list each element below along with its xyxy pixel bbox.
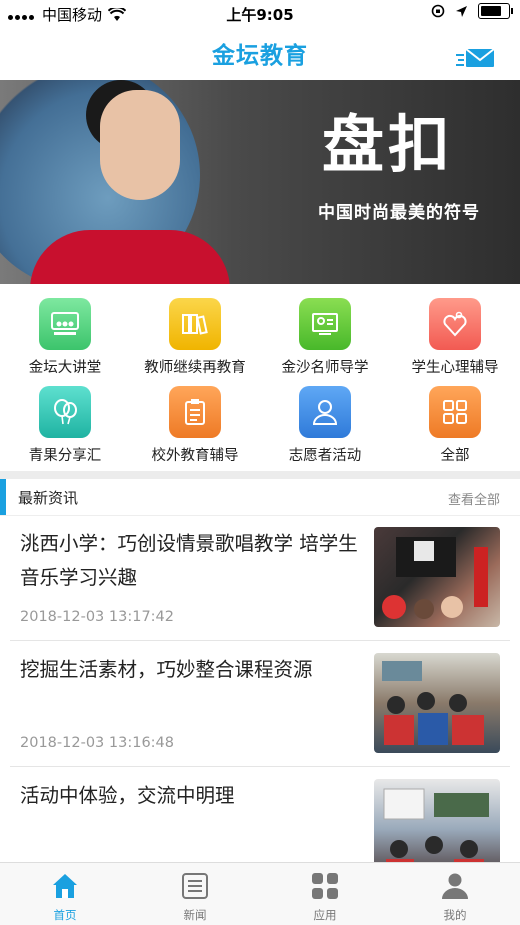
shortcut-qingguo-share[interactable]: 青果分享汇 xyxy=(0,378,130,464)
news-section-title: 最新资讯 xyxy=(18,489,79,507)
news-item[interactable]: 挖掘生活素材，巧妙整合课程资源 2018-12-03 13:16:48 xyxy=(0,641,520,767)
heart-icon xyxy=(429,298,481,350)
shortcut-teacher-education[interactable]: 教师继续再教育 xyxy=(130,290,260,376)
news-icon xyxy=(182,873,208,899)
person-icon xyxy=(299,386,351,438)
model-face-image xyxy=(100,90,180,200)
balloons-icon xyxy=(39,386,91,438)
location-icon xyxy=(456,5,467,17)
tab-home[interactable]: 首页 xyxy=(0,863,130,925)
news-section-header: 最新资讯 查看全部 xyxy=(0,479,520,516)
shortcut-label: 青果分享汇 xyxy=(28,448,102,464)
view-all-link[interactable]: 查看全部 xyxy=(448,489,500,508)
tab-profile[interactable]: 我的 xyxy=(390,863,520,925)
tab-label: 新闻 xyxy=(183,908,207,922)
section-divider xyxy=(0,471,520,479)
nav-bar: 金坛教育 xyxy=(0,26,520,80)
teacher-board-icon xyxy=(299,298,351,350)
banner-carousel[interactable]: 盘扣 中国时尚最美的符号 xyxy=(0,80,520,284)
shortcut-grid: 金坛大讲堂 教师继续再教育 金沙名师导学 学生心理辅导 青果分享汇 校外教育辅导 xyxy=(0,290,520,470)
profile-icon xyxy=(442,873,468,899)
tab-news[interactable]: 新闻 xyxy=(130,863,260,925)
shortcut-label: 全部 xyxy=(440,448,470,464)
grid-icon xyxy=(429,386,481,438)
apps-icon xyxy=(312,873,338,899)
rotation-lock-icon xyxy=(431,4,445,18)
home-icon xyxy=(53,874,77,898)
news-time: 2018-12-03 13:16:48 xyxy=(20,735,174,751)
news-time: 2018-12-03 13:17:42 xyxy=(20,609,174,625)
shortcut-label: 学生心理辅导 xyxy=(411,360,499,376)
shortcut-label: 金坛大讲堂 xyxy=(28,360,102,376)
shortcut-label: 志愿者活动 xyxy=(288,448,362,464)
tab-label: 应用 xyxy=(313,908,337,922)
shortcut-label: 金沙名师导学 xyxy=(281,360,369,376)
page-title: 金坛教育 xyxy=(212,43,308,69)
tab-label: 我的 xyxy=(443,908,467,922)
shortcut-famous-teacher[interactable]: 金沙名师导学 xyxy=(260,290,390,376)
shortcut-extracurricular[interactable]: 校外教育辅导 xyxy=(130,378,260,464)
shortcut-jintan-lecture[interactable]: 金坛大讲堂 xyxy=(0,290,130,376)
section-accent-bar xyxy=(0,479,6,515)
news-thumbnail xyxy=(374,527,500,627)
status-bar: 中国移动 上午9:05 xyxy=(0,0,520,26)
shortcut-psych-counseling[interactable]: 学生心理辅导 xyxy=(390,290,520,376)
news-title: 活动中体验，交流中明理 xyxy=(20,784,235,807)
books-icon xyxy=(169,298,221,350)
clipboard-icon xyxy=(169,386,221,438)
shortcut-label: 教师继续再教育 xyxy=(144,360,246,376)
shortcut-label: 校外教育辅导 xyxy=(151,448,239,464)
mail-icon[interactable] xyxy=(456,44,496,72)
news-thumbnail xyxy=(374,653,500,753)
news-title: 挖掘生活素材，巧妙整合课程资源 xyxy=(20,658,313,681)
tab-apps[interactable]: 应用 xyxy=(260,863,390,925)
news-title: 洮西小学：巧创设情景歌唱教学 培学生音乐学习兴趣 xyxy=(20,532,358,589)
shortcut-all[interactable]: 全部 xyxy=(390,378,520,464)
shortcut-volunteer[interactable]: 志愿者活动 xyxy=(260,378,390,464)
banner-calligraphy: 盘扣 xyxy=(322,108,455,181)
tab-label: 首页 xyxy=(53,908,77,922)
tab-bar: 首页 新闻 应用 我的 xyxy=(0,862,520,925)
battery-icon xyxy=(478,3,513,19)
lecture-hall-icon xyxy=(39,298,91,350)
banner-slogan: 中国时尚最美的符号 xyxy=(318,203,480,223)
news-item[interactable]: 洮西小学：巧创设情景歌唱教学 培学生音乐学习兴趣 2018-12-03 13:1… xyxy=(0,515,520,641)
qipao-dress-image xyxy=(30,230,230,284)
